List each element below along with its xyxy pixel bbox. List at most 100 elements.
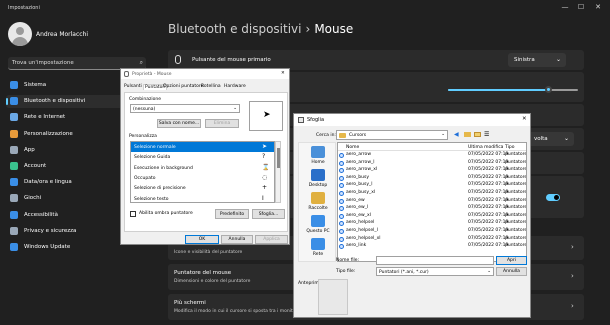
more-screens-title: Più schermi <box>174 300 206 306</box>
file-row[interactable]: aero_arrow_xl 07/05/2022 07:19 puntatore <box>338 167 526 174</box>
folder-name: Cursors <box>349 133 367 138</box>
file-modified: 07/05/2022 07:19 <box>468 182 509 188</box>
tab-hardware[interactable]: Hardware <box>224 84 246 89</box>
lookin-select[interactable]: Cursors ⌄ <box>336 130 448 140</box>
file-row[interactable]: aero_ew 07/05/2022 07:19 puntatore <box>338 198 526 205</box>
file-row[interactable]: aero_helpsel_xl 07/05/2022 07:19 puntatore <box>338 236 526 243</box>
file-row[interactable]: aero_arrow_l 07/05/2022 07:19 puntatore <box>338 160 526 167</box>
close-button[interactable]: ✕ <box>593 3 603 11</box>
pointer-list-item[interactable]: Occupato ◌ <box>131 173 274 183</box>
chevron-down-icon: ⌄ <box>487 269 491 274</box>
file-row[interactable]: aero_helpsel_l 07/05/2022 07:19 puntatore <box>338 228 526 235</box>
close-icon[interactable]: ✕ <box>522 116 527 122</box>
browse-cancel-button[interactable]: Annulla <box>496 267 527 276</box>
network-icon <box>10 113 18 122</box>
save-as-button[interactable]: Salva con nome... <box>157 119 201 128</box>
toggle-knob <box>554 195 559 200</box>
arrow-cursor-icon: ➤ <box>262 143 268 150</box>
tab-pulsanti[interactable]: Pulsanti <box>124 84 142 89</box>
breadcrumb-parent[interactable]: Bluetooth e dispositivi <box>168 22 302 36</box>
file-row[interactable]: aero_busy_l 07/05/2022 07:19 puntatore <box>338 182 526 189</box>
tab-opzioni-puntatore[interactable]: Opzioni puntatore <box>163 84 203 89</box>
file-row[interactable]: aero_busy 07/05/2022 07:19 puntatore <box>338 175 526 182</box>
cursor-file-icon <box>339 206 344 212</box>
file-name: aero_ew_l <box>346 205 369 211</box>
filetype-select[interactable]: Puntatori (*.ani, *.cur) ⌄ <box>376 267 494 276</box>
sidebar-item-label: Bluetooth e dispositivi <box>24 98 86 105</box>
close-icon[interactable]: ✕ <box>281 71 285 76</box>
maximize-button[interactable]: ☐ <box>576 3 586 11</box>
pointer-list-item[interactable]: Selezione testo I <box>131 194 274 203</box>
file-row[interactable]: aero_helpsel 07/05/2022 07:19 puntatore <box>338 220 526 227</box>
sidebar-item-label: Privacy e sicurezza <box>24 227 77 234</box>
cursor-file-icon <box>339 244 344 250</box>
minimize-button[interactable]: — <box>560 3 570 11</box>
ok-button[interactable]: OK <box>185 235 219 244</box>
primary-button-dropdown[interactable]: Sinistra ⌄ <box>508 53 566 67</box>
apply-button[interactable]: Applica <box>255 235 288 244</box>
pointer-list-item[interactable]: Selezione Guida? <box>131 152 274 162</box>
places-item-label: Home <box>311 160 325 165</box>
pointer-list-item[interactable]: Selezione normale ➤ <box>131 142 274 152</box>
chevron-down-icon: ⌄ <box>555 56 561 63</box>
sidebar-item-label: Account <box>24 163 47 169</box>
dialog-title-bar: Proprietà - Mouse ✕ <box>121 69 289 79</box>
column-name[interactable]: Nome <box>346 145 359 150</box>
file-type: puntatore <box>505 235 527 241</box>
file-type: puntatore <box>505 205 527 211</box>
busy-cursor-icon: ◌ <box>262 173 268 181</box>
back-icon[interactable]: ◀ <box>454 131 459 138</box>
delete-button[interactable]: Elimina <box>205 119 239 128</box>
scrollbar-thumb[interactable] <box>277 148 280 168</box>
apps-icon <box>10 145 18 154</box>
shadow-checkbox[interactable] <box>130 211 136 217</box>
sidebar-item-label: Personalizzazione <box>24 130 73 137</box>
up-folder-icon[interactable] <box>464 132 471 137</box>
more-screens-sub: Modifica il modo in cui il cursore si sp… <box>174 309 298 314</box>
places-item[interactable]: Rete <box>303 237 333 263</box>
tab-rotellina[interactable]: Rotellina <box>201 84 221 89</box>
new-folder-icon[interactable] <box>474 132 481 137</box>
pointer-list-item[interactable]: Selezione di precisione + <box>131 183 274 193</box>
scheme-group-label: Combinazione <box>129 97 161 102</box>
default-button[interactable]: Predefinito <box>215 209 249 219</box>
file-modified: 07/05/2022 07:19 <box>468 197 509 203</box>
file-row[interactable]: aero_arrow 07/05/2022 07:19 puntatore <box>338 152 526 159</box>
cursor-file-icon <box>339 175 344 181</box>
file-modified: 07/05/2022 07:19 <box>468 190 509 195</box>
file-list[interactable]: Nome Ultima modifica Tipo aero_arrow 07/0… <box>337 142 527 262</box>
file-modified: 07/05/2022 07:19 <box>468 228 509 233</box>
filename-input[interactable] <box>376 256 494 265</box>
view-menu-icon[interactable]: ☰ <box>484 131 489 138</box>
file-row[interactable]: aero_ew_xl 07/05/2022 07:19 puntatore <box>338 213 526 220</box>
pointer-preview: ➤ <box>249 101 283 131</box>
file-row[interactable]: aero_ew_l 07/05/2022 07:19 puntatore <box>338 205 526 212</box>
file-row[interactable]: aero_busy_xl 07/05/2022 07:19 puntatore <box>338 190 526 197</box>
chevron-right-icon: › <box>571 243 574 251</box>
crosshair-cursor-icon: + <box>262 184 268 192</box>
file-name: aero_ew <box>346 197 365 203</box>
slider-thumb[interactable] <box>545 86 553 93</box>
open-button[interactable]: Apri <box>496 256 527 265</box>
filename-label: Nome file: <box>336 258 360 263</box>
mouse-properties-dialog: Proprietà - Mouse ✕ Pulsanti Puntatori Opz… <box>120 68 290 245</box>
pointer-speed-slider[interactable] <box>448 86 578 94</box>
list-scrollbar[interactable] <box>275 141 281 203</box>
cancel-button[interactable]: Annulla <box>221 235 253 244</box>
toggle-switch[interactable] <box>546 194 560 201</box>
avatar[interactable] <box>8 22 32 46</box>
scheme-select[interactable]: (nessuna) ⌄ <box>130 104 240 113</box>
browse-button[interactable]: Sfoglia... <box>252 209 285 219</box>
file-row[interactable]: aero_link 07/05/2022 07:19 puntatore <box>338 243 526 250</box>
pointer-list[interactable]: Selezione normale ➤ Selezione Guida? Esecuz… <box>130 141 275 203</box>
column-type[interactable]: Tipo <box>505 145 514 150</box>
shield-icon <box>10 226 18 235</box>
file-modified: 07/05/2022 07:19 <box>468 159 509 165</box>
computer-icon <box>311 215 325 227</box>
pointer-list-item[interactable]: Esecuzione in background ⌛ <box>131 163 274 173</box>
cursor-file-icon <box>339 198 344 204</box>
column-modified[interactable]: Ultima modifica <box>468 145 503 150</box>
network-icon <box>311 238 325 250</box>
file-modified: 07/05/2022 07:19 <box>468 212 509 218</box>
sidebar-item-label: Data/ora e lingua <box>24 179 72 186</box>
